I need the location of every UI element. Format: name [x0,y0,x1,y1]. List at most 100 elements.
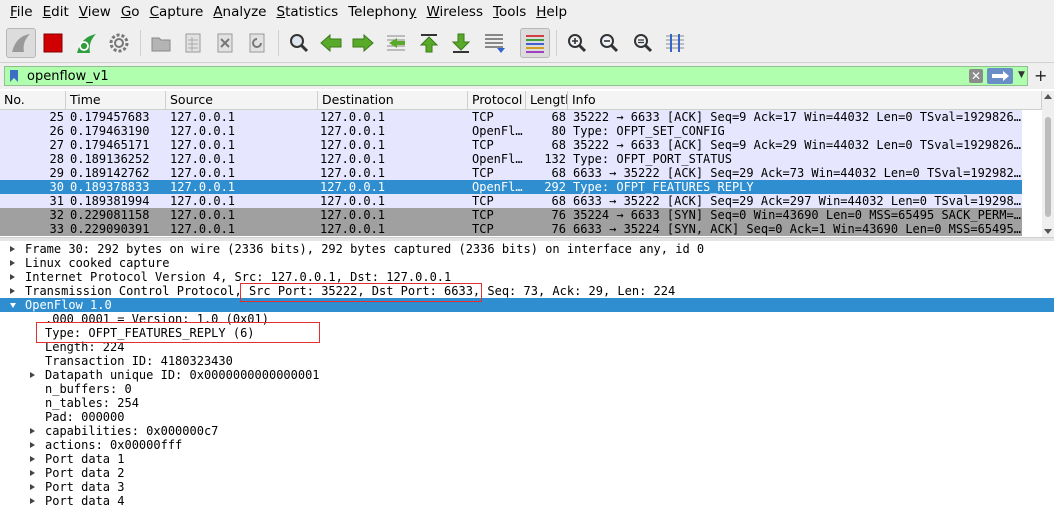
packet-cell-dst: 127.0.0.1 [320,208,386,222]
resize-columns-button[interactable] [660,28,690,58]
menu-capture[interactable]: Capture [145,0,209,24]
detail-tree-label: Port data 2 [45,466,125,480]
close-file-button[interactable] [210,28,240,58]
packet-cell-proto: TCP [472,194,494,208]
go-forward-button[interactable] [348,28,378,58]
detail-tree-item[interactable]: Port data 3 [0,480,1054,494]
collapsed-arrow-icon[interactable] [30,372,35,378]
detail-tree-item[interactable]: Pad: 000000 [0,410,1054,424]
collapsed-arrow-icon[interactable] [30,456,35,462]
colorize-button[interactable] [520,28,550,58]
go-back-button[interactable] [316,28,346,58]
collapsed-arrow-icon[interactable] [30,428,35,434]
packet-row[interactable]: 33 0.229090391 127.0.0.1 127.0.0.1 TCP 76 6633… [0,222,1022,236]
find-packet-button[interactable] [284,28,314,58]
column-header-source[interactable]: Source [166,91,318,109]
stop-capture-button[interactable] [38,28,68,58]
detail-tree-item[interactable]: Transmission Control Protocol, Src Port:… [0,284,1054,298]
packet-row[interactable]: 25 0.179457683 127.0.0.1 127.0.0.1 TCP 68 3522… [0,110,1022,124]
menu-help[interactable]: Help [531,0,572,24]
clear-filter-icon[interactable]: ✕ [969,69,983,83]
collapsed-arrow-icon[interactable] [10,260,15,266]
packet-row[interactable]: 28 0.189136252 127.0.0.1 127.0.0.1 OpenFl… 13… [0,152,1022,166]
detail-tree-item[interactable]: OpenFlow 1.0 [0,298,1054,312]
menu-wireless[interactable]: Wireless [421,0,488,24]
column-header-no[interactable]: No. [0,91,66,109]
last-packet-button[interactable] [446,28,476,58]
menu-go[interactable]: Go [116,0,145,24]
menu-file[interactable]: File [5,0,38,24]
display-filter-input[interactable] [27,67,967,85]
collapsed-arrow-icon[interactable] [30,484,35,490]
restart-capture-button[interactable] [72,28,102,58]
packet-row[interactable]: 27 0.179465171 127.0.0.1 127.0.0.1 TCP 68 3522… [0,138,1022,152]
menu-edit[interactable]: Edit [38,0,74,24]
packet-row[interactable]: 29 0.189142762 127.0.0.1 127.0.0.1 TCP 68 6633… [0,166,1022,180]
menu-analyze[interactable]: Analyze [208,0,271,24]
start-capture-button[interactable] [6,28,36,58]
detail-tree-item[interactable]: actions: 0x00000fff [0,438,1054,452]
detail-tree-item[interactable]: Datapath unique ID: 0x0000000000000001 [0,368,1054,382]
expanded-arrow-icon[interactable] [10,303,16,308]
detail-tree-label: n_buffers: 0 [45,382,132,396]
zoom-in-button[interactable] [562,28,592,58]
column-header-info[interactable]: Info [568,91,1042,109]
packet-cell-time: 0.229081158 [70,208,150,222]
detail-tree-item[interactable]: Frame 30: 292 bytes on wire (2336 bits),… [0,242,1054,256]
packet-row[interactable]: 32 0.229081158 127.0.0.1 127.0.0.1 TCP 76 3522… [0,208,1022,222]
autoscroll-button[interactable] [480,28,510,58]
detail-tree-item[interactable]: Internet Protocol Version 4, Src: 127.0.… [0,270,1054,284]
detail-tree-item[interactable]: Transaction ID: 4180323430 [0,354,1054,368]
detail-tree-item[interactable]: Type: OFPT_FEATURES_REPLY (6) [0,326,1054,340]
add-filter-button-plus-icon[interactable]: + [1034,63,1047,89]
detail-tree-item[interactable]: capabilities: 0x000000c7 [0,424,1054,438]
detail-tree-item[interactable]: Length: 224 [0,340,1054,354]
first-packet-button[interactable] [414,28,444,58]
scroll-down-icon[interactable] [1044,229,1052,234]
collapsed-arrow-icon[interactable] [10,288,15,294]
zoom-out-icon [600,34,619,53]
packet-row[interactable]: 26 0.179463190 127.0.0.1 127.0.0.1 OpenFl… 80… [0,124,1022,138]
column-header-time[interactable]: Time [66,91,166,109]
collapsed-arrow-icon[interactable] [10,274,15,280]
scroll-up-icon[interactable] [1044,94,1052,99]
open-file-button[interactable] [146,28,176,58]
apply-filter-arrow-icon[interactable] [987,68,1013,84]
packet-row[interactable]: 30 0.189378833 127.0.0.1 127.0.0.1 OpenFl… 29… [0,180,1022,194]
detail-tree-item[interactable]: n_buffers: 0 [0,382,1054,396]
collapsed-arrow-icon[interactable] [30,442,35,448]
detail-tree-item[interactable]: Port data 4 [0,494,1054,508]
column-header-protocol[interactable]: Protocol [468,91,526,109]
toolbar-separator [278,30,279,56]
detail-tree-item[interactable]: .000 0001 = Version: 1.0 (0x01) [0,312,1054,326]
column-header-destination[interactable]: Destination [318,91,468,109]
reload-file-button[interactable] [242,28,272,58]
detail-tree-item[interactable]: Port data 2 [0,466,1054,480]
bookmark-icon[interactable] [9,69,19,83]
packet-cell-time: 0.179465171 [70,138,150,152]
go-to-packet-button[interactable] [382,28,412,58]
packet-row[interactable]: 31 0.189381994 127.0.0.1 127.0.0.1 TCP 68 6633… [0,194,1022,208]
detail-tree-item[interactable]: Port data 1 [0,452,1054,466]
packet-cell-time: 0.189136252 [70,152,150,166]
packet-cell-no: 25 [49,110,64,124]
column-header-length[interactable]: Length [526,91,568,109]
capture-options-button[interactable] [104,28,134,58]
detail-tree-item[interactable]: Linux cooked capture [0,256,1054,270]
packet-list-scrollbar[interactable] [1042,91,1054,237]
detail-tree-label: n_tables: 254 [45,396,139,410]
detail-tree-item[interactable]: n_tables: 254 [0,396,1054,410]
menu-statistics[interactable]: Statistics [271,0,343,24]
zoom-normal-button[interactable] [628,28,658,58]
save-file-button[interactable] [178,28,208,58]
collapsed-arrow-icon[interactable] [30,470,35,476]
collapsed-arrow-icon[interactable] [10,246,15,252]
menu-view[interactable]: View [74,0,116,24]
menu-telephony[interactable]: Telephony [343,0,421,24]
scrollbar-thumb[interactable] [1045,117,1051,217]
collapsed-arrow-icon[interactable] [30,498,35,504]
packet-cell-time: 0.189381994 [70,194,150,208]
menu-tools[interactable]: Tools [488,0,531,24]
filter-history-dropdown-icon[interactable]: ▼ [1018,70,1025,80]
zoom-out-button[interactable] [594,28,624,58]
